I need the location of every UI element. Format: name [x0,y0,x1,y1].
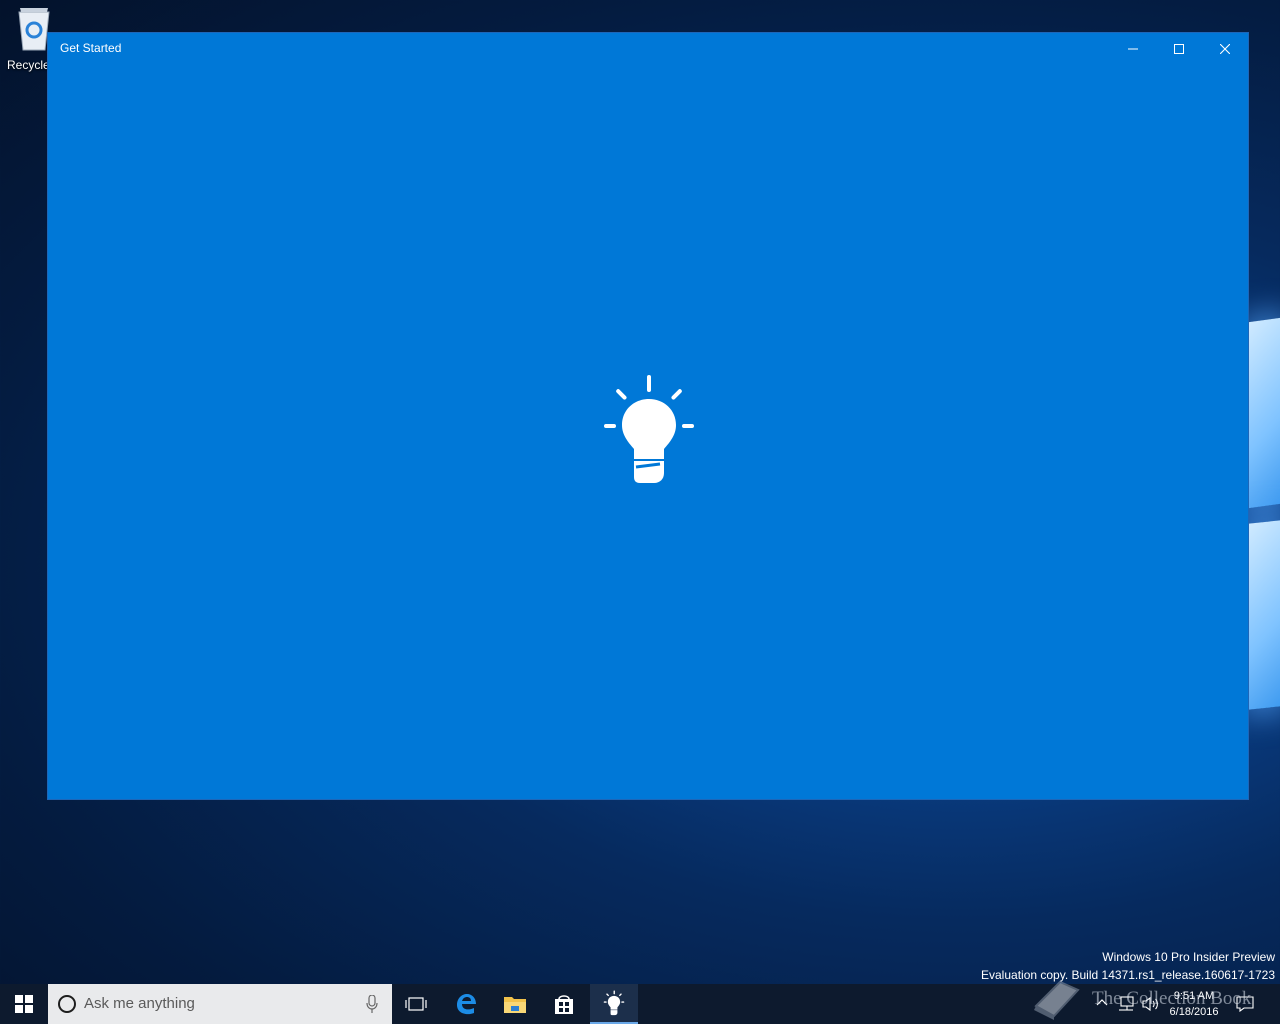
minimize-button[interactable] [1110,33,1156,64]
lightbulb-icon [604,375,694,483]
cortana-icon [58,995,76,1013]
minimize-icon [1128,48,1138,49]
store-icon [555,995,573,1014]
windows-logo-icon [15,995,33,1013]
edge-icon [457,994,476,1015]
maximize-icon [1174,43,1184,54]
desktop-logo-pane [1249,520,1280,710]
maximize-button[interactable] [1156,33,1202,64]
close-icon [1220,43,1230,54]
search-box[interactable]: Ask me anything [48,984,392,1024]
get-started-taskbar-button[interactable] [590,984,638,1024]
brand-watermark: The Collection Book [1030,976,1270,1024]
window-title: Get Started [60,41,122,55]
file-explorer-button[interactable] [491,984,539,1024]
close-button[interactable] [1202,33,1248,64]
book-icon [1034,980,1080,1020]
brand-watermark-text: The Collection Book [1092,988,1252,1009]
lightbulb-icon [603,990,625,1016]
desktop-logo-pane [1249,317,1280,509]
get-started-window: Get Started [47,32,1249,800]
microphone-icon[interactable] [366,995,378,1013]
edge-button[interactable] [442,984,490,1024]
start-button[interactable] [0,984,48,1024]
folder-icon [504,997,526,1013]
search-placeholder: Ask me anything [84,995,195,1012]
build-watermark-line1: Windows 10 Pro Insider Preview [1102,950,1275,964]
task-view-button[interactable] [392,984,440,1024]
title-bar[interactable]: Get Started [48,33,1248,64]
task-view-icon [405,997,427,1011]
store-button[interactable] [540,984,588,1024]
